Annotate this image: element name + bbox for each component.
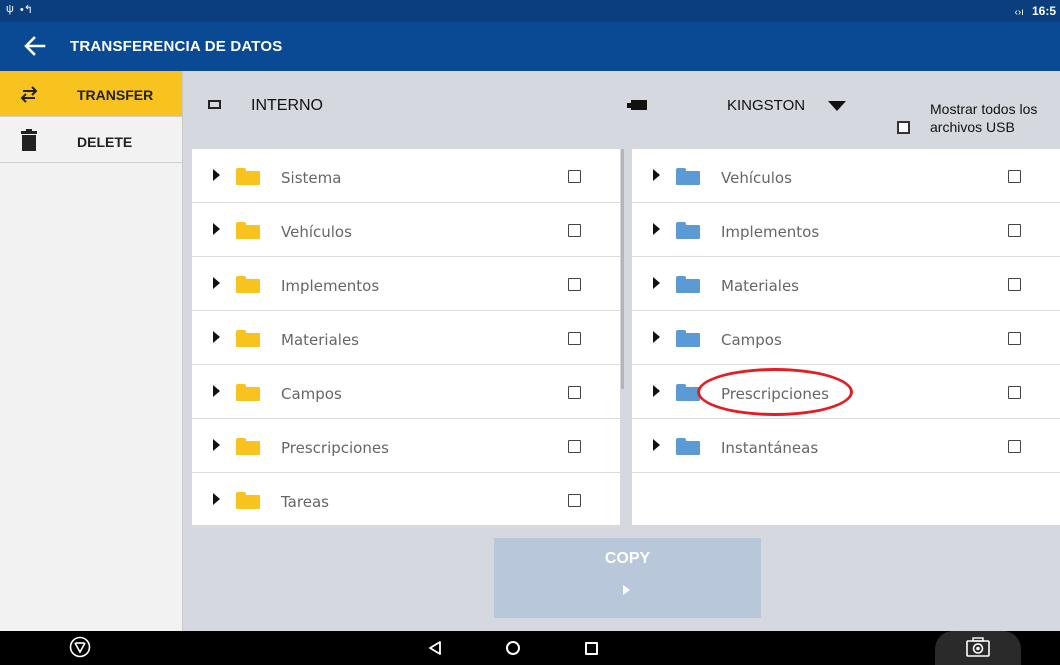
folder-checkbox[interactable] (1008, 332, 1021, 345)
folder-name: Sistema (281, 169, 342, 187)
folder-icon (236, 276, 260, 293)
usb-drive-icon (627, 100, 647, 110)
list-item[interactable]: Materiales (632, 257, 1060, 311)
status-bar: ψ •↰ ‹›ı 16:5 (0, 0, 1060, 22)
status-right: ‹›ı 16:5 (1015, 4, 1056, 18)
expand-icon[interactable] (213, 277, 220, 289)
signal-icon: ‹›ı (1014, 7, 1024, 18)
list-item[interactable]: Materiales (192, 311, 620, 365)
expand-icon[interactable] (213, 223, 220, 235)
folder-checkbox[interactable] (568, 386, 581, 399)
folder-name: Implementos (281, 277, 380, 295)
folder-checkbox[interactable] (568, 332, 581, 345)
sidebar-item-label: TRANSFER (77, 87, 154, 103)
folder-name: Campos (281, 385, 342, 403)
folder-name: Campos (721, 331, 782, 349)
folder-icon (676, 330, 700, 347)
swap-arrows-icon (20, 86, 38, 103)
folder-name: Prescripciones (281, 439, 389, 457)
folder-checkbox[interactable] (1008, 386, 1021, 399)
sidebar-item-label: DELETE (77, 134, 133, 150)
emergency-stop-icon[interactable] (69, 636, 91, 658)
folder-checkbox[interactable] (1008, 170, 1021, 183)
sidebar-item-delete[interactable]: DELETE (0, 117, 182, 163)
play-arrow-icon (623, 585, 630, 595)
list-item[interactable]: Implementos (192, 257, 620, 311)
folder-checkbox[interactable] (568, 494, 581, 507)
connection-status-icon: •↰ (19, 4, 33, 16)
list-item[interactable]: Campos (632, 311, 1060, 365)
back-arrow-icon[interactable] (22, 33, 48, 59)
source-label: INTERNO (251, 97, 323, 114)
list-item[interactable]: Vehículos (192, 203, 620, 257)
expand-icon[interactable] (653, 331, 660, 343)
expand-icon[interactable] (213, 493, 220, 505)
folder-name: Materiales (721, 277, 799, 295)
folder-checkbox[interactable] (1008, 440, 1021, 453)
expand-icon[interactable] (213, 385, 220, 397)
scrollbar[interactable] (621, 149, 624, 389)
show-all-usb-label: Mostrar todos los archivos USB (930, 101, 1038, 135)
list-item[interactable]: Sistema (192, 149, 620, 203)
status-icons: ψ •↰ (6, 3, 33, 16)
folder-icon (236, 384, 260, 401)
folder-checkbox[interactable] (1008, 278, 1021, 291)
folder-name: Materiales (281, 331, 359, 349)
list-item[interactable]: Prescripciones (192, 419, 620, 473)
camera-icon[interactable] (966, 637, 990, 657)
expand-icon[interactable] (653, 439, 660, 451)
list-item[interactable]: Implementos (632, 203, 1060, 257)
expand-icon[interactable] (213, 439, 220, 451)
folder-name: Implementos (721, 223, 820, 241)
show-all-usb-checkbox[interactable] (897, 121, 910, 134)
folder-checkbox[interactable] (1008, 224, 1021, 237)
folder-checkbox[interactable] (568, 440, 581, 453)
list-item[interactable]: Tareas (192, 473, 620, 527)
folder-checkbox[interactable] (568, 278, 581, 291)
usb-device-select[interactable]: KINGSTON (727, 97, 805, 114)
folder-name: Tareas (281, 493, 329, 511)
nav-recents-icon[interactable] (585, 642, 598, 655)
sidebar: TRANSFER DELETE (0, 71, 183, 631)
list-item[interactable]: Campos (192, 365, 620, 419)
folder-icon (236, 222, 260, 239)
folder-icon (236, 438, 260, 455)
expand-icon[interactable] (653, 223, 660, 235)
usb-folder-list: Vehículos Implementos Materiales Campos … (632, 149, 1060, 525)
nav-home-icon[interactable] (506, 641, 520, 655)
expand-icon[interactable] (653, 169, 660, 181)
folder-icon (676, 168, 700, 185)
highlight-annotation (697, 368, 853, 416)
internal-folder-list: Sistema Vehículos Implementos Materiales… (192, 149, 620, 527)
folder-icon (676, 222, 700, 239)
expand-icon[interactable] (213, 331, 220, 343)
list-item[interactable]: Vehículos (632, 149, 1060, 203)
trash-icon (21, 129, 37, 151)
folder-checkbox[interactable] (568, 224, 581, 237)
internal-storage-icon (208, 100, 221, 109)
folder-icon (236, 168, 260, 185)
copy-button[interactable]: COPY (494, 538, 761, 618)
usb-status-icon: ψ (6, 3, 14, 15)
folder-name: Instantáneas (721, 439, 819, 457)
sidebar-item-transfer[interactable]: TRANSFER (0, 71, 182, 117)
folder-name: Vehículos (721, 169, 792, 187)
app-bar: TRANSFERENCIA DE DATOS (0, 22, 1060, 71)
system-nav-bar (0, 631, 1060, 665)
page-title: TRANSFERENCIA DE DATOS (70, 38, 283, 55)
folder-icon (676, 276, 700, 293)
expand-icon[interactable] (213, 169, 220, 181)
list-item[interactable]: Instantáneas (632, 419, 1060, 473)
status-time: 16:5 (1031, 4, 1056, 18)
chevron-down-icon[interactable] (828, 101, 846, 111)
folder-icon (236, 330, 260, 347)
copy-button-label: COPY (604, 550, 651, 567)
expand-icon[interactable] (653, 277, 660, 289)
folder-name: Vehículos (281, 223, 352, 241)
folder-checkbox[interactable] (568, 170, 581, 183)
folder-icon (676, 438, 700, 455)
folder-icon (236, 492, 260, 509)
nav-back-icon[interactable] (427, 640, 443, 656)
expand-icon[interactable] (653, 385, 660, 397)
